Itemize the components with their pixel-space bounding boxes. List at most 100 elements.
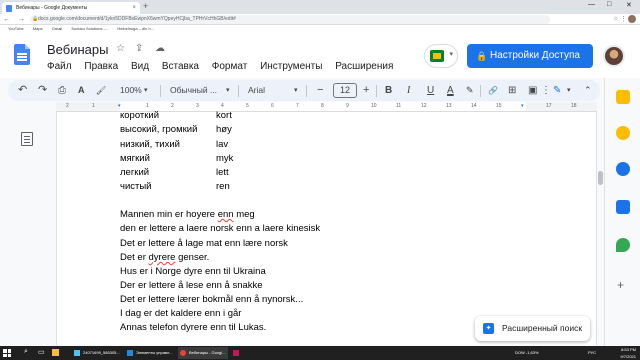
font-size-input[interactable]: 12 — [333, 83, 357, 98]
menu-view[interactable]: Вид — [131, 61, 149, 72]
close-window-button[interactable]: ✕ — [626, 1, 632, 9]
word-no: ren — [216, 181, 230, 192]
spelling-error[interactable]: enn — [218, 209, 234, 220]
chevron-down-icon: ▾ — [144, 87, 148, 94]
spellcheck-icon[interactable]: A — [78, 80, 85, 101]
editing-mode-icon[interactable]: ✎ — [553, 80, 561, 101]
menu-tools[interactable]: Инструменты — [260, 61, 322, 72]
ruler-number: 1 — [146, 103, 149, 109]
windows-taskbar: ⌕ ▭ 24071699_585305... Элементы управл..… — [0, 346, 640, 360]
search-icon[interactable]: ⌕ — [24, 348, 28, 356]
bookmark-sudoku[interactable]: Sudoku Solutions -... — [71, 26, 108, 31]
add-ons-plus-icon[interactable]: + — [617, 278, 624, 292]
explore-button[interactable]: ✦ Расширенный поиск — [475, 316, 590, 341]
vertical-scrollbar[interactable] — [597, 103, 604, 343]
sentence-line: den er lettere a laere norsk enn a laere… — [120, 223, 321, 234]
clock[interactable]: 8:53 PM 9/7/2021 — [620, 346, 636, 360]
document-outline-icon[interactable] — [21, 132, 33, 146]
ruler-number: 6 — [271, 103, 274, 109]
url-input[interactable]: 🔒 docs.google.com/document/d/1ykn5DDFBxE… — [30, 15, 550, 24]
address-bar-row: ← → ⟳ 🔒 docs.google.com/document/d/1ykn5… — [0, 14, 640, 25]
share-button-label: Настройки Доступа — [490, 50, 580, 61]
right-indent-marker-icon[interactable]: ▾ — [521, 103, 524, 109]
undo-icon[interactable]: ↶ — [18, 80, 27, 101]
redo-icon[interactable]: ↷ — [38, 80, 47, 101]
bookmark-youtube[interactable]: YouTube — [8, 26, 24, 31]
style-select[interactable]: Обычный ... — [170, 80, 217, 101]
insert-image-icon[interactable]: ▣ — [528, 80, 537, 101]
ruler-number: 17 — [546, 103, 552, 109]
italic-button[interactable]: I — [407, 80, 410, 101]
lock-icon: 🔒 — [476, 51, 488, 61]
increase-font-size-button[interactable]: + — [363, 80, 369, 101]
ruler-number: 10 — [371, 103, 377, 109]
ruler-number: 9 — [346, 103, 349, 109]
text-color-button[interactable]: A — [447, 80, 454, 101]
menu-file[interactable]: Файл — [47, 61, 72, 72]
sentence-line: Det er lettere lærer bokmål enn å nynors… — [120, 294, 304, 305]
chevron-down-icon: ▾ — [449, 51, 453, 58]
tasks-icon[interactable] — [616, 162, 630, 176]
browser-titlebar: Вебинары - Google Документы × + — □ ✕ — [0, 0, 640, 14]
new-tab-button[interactable]: + — [143, 1, 148, 11]
input-language[interactable]: РУС — [588, 350, 596, 355]
share-button[interactable]: 🔒 Настройки Доступа — [467, 44, 593, 68]
more-options-icon[interactable]: ⋮ — [541, 80, 551, 101]
paint-format-icon[interactable]: 🖌 — [96, 80, 106, 101]
sentence-line: I dag er det kaldere enn i går — [120, 308, 242, 319]
ruler-number: 11 — [396, 103, 402, 109]
cloud-saved-icon[interactable]: ☁ — [155, 43, 165, 54]
font-select[interactable]: Arial — [248, 80, 265, 101]
minimize-button[interactable]: — — [588, 1, 595, 8]
windows-start-icon[interactable] — [3, 349, 11, 357]
scrollbar-thumb[interactable] — [598, 171, 603, 185]
taskbar-app-control-panel[interactable]: Элементы управл... — [125, 347, 175, 359]
word-no: høy — [216, 124, 232, 135]
star-icon[interactable]: ☆ — [116, 43, 125, 54]
ruler-number: 14 — [471, 103, 477, 109]
indent-marker-icon[interactable]: ▾ — [118, 103, 121, 109]
menu-extensions[interactable]: Расширения — [335, 61, 393, 72]
taskbar-app-other[interactable] — [231, 347, 245, 359]
menu-edit[interactable]: Правка — [84, 61, 118, 72]
sentence-line: Annas telefon dyrere enn til Lukas. — [120, 322, 267, 333]
menu-format[interactable]: Формат — [212, 61, 248, 72]
document-title[interactable]: Вебинары — [47, 42, 108, 57]
highlight-icon[interactable]: ✎ — [466, 80, 474, 101]
file-explorer-icon[interactable] — [52, 349, 59, 356]
bookmark-maps[interactable]: Maps — [33, 26, 43, 31]
bookmark-gmail[interactable]: Gmail — [52, 26, 62, 31]
keep-icon[interactable] — [616, 126, 630, 140]
decrease-font-size-button[interactable]: − — [317, 80, 323, 101]
bookmark-heibelnoga[interactable]: Heibelnoga – din h... — [117, 26, 154, 31]
maximize-button[interactable]: □ — [607, 1, 611, 8]
move-folder-icon[interactable]: ⇪ — [135, 43, 143, 54]
maps-icon[interactable] — [616, 238, 630, 252]
contacts-icon[interactable] — [616, 200, 630, 214]
link-icon[interactable]: 🔗 — [488, 80, 498, 101]
task-view-icon[interactable]: ▭ — [38, 348, 45, 356]
profile-avatar[interactable] — [628, 15, 636, 23]
add-comment-icon[interactable]: ⊞ — [508, 80, 516, 101]
spelling-error[interactable]: dyrere — [149, 252, 176, 263]
sentence-line: Hus er i Norge dyre enn til Ukraina — [120, 266, 266, 277]
tab-close-icon[interactable]: × — [132, 2, 136, 14]
bold-button[interactable]: B — [385, 80, 392, 101]
google-docs-logo-icon[interactable] — [14, 44, 30, 65]
zoom-select[interactable]: 100% — [120, 80, 142, 101]
word-no: myk — [216, 153, 234, 164]
menu-bar: Файл Правка Вид Вставка Формат Инструмен… — [47, 61, 403, 72]
calendar-icon[interactable] — [616, 90, 630, 104]
meet-button[interactable]: ▾ — [424, 44, 458, 68]
print-icon[interactable]: ⎙ — [58, 80, 66, 101]
taskbar-app-photo[interactable]: 24071699_585305... — [72, 347, 122, 359]
stock-ticker[interactable]: DOW -1,63% — [515, 350, 539, 355]
collapse-toolbar-icon[interactable]: ⌃ — [584, 80, 592, 101]
menu-insert[interactable]: Вставка — [162, 61, 199, 72]
bookmark-star-icon[interactable]: ☆ ⋮ — [613, 17, 626, 23]
taskbar-app-chrome[interactable]: Вебинары - Googl... — [178, 347, 228, 359]
word-ru: высокий, громкий — [120, 124, 198, 135]
underline-button[interactable]: U — [427, 80, 434, 101]
browser-tab[interactable]: Вебинары - Google Документы × — [2, 2, 140, 14]
account-avatar[interactable] — [603, 45, 625, 67]
